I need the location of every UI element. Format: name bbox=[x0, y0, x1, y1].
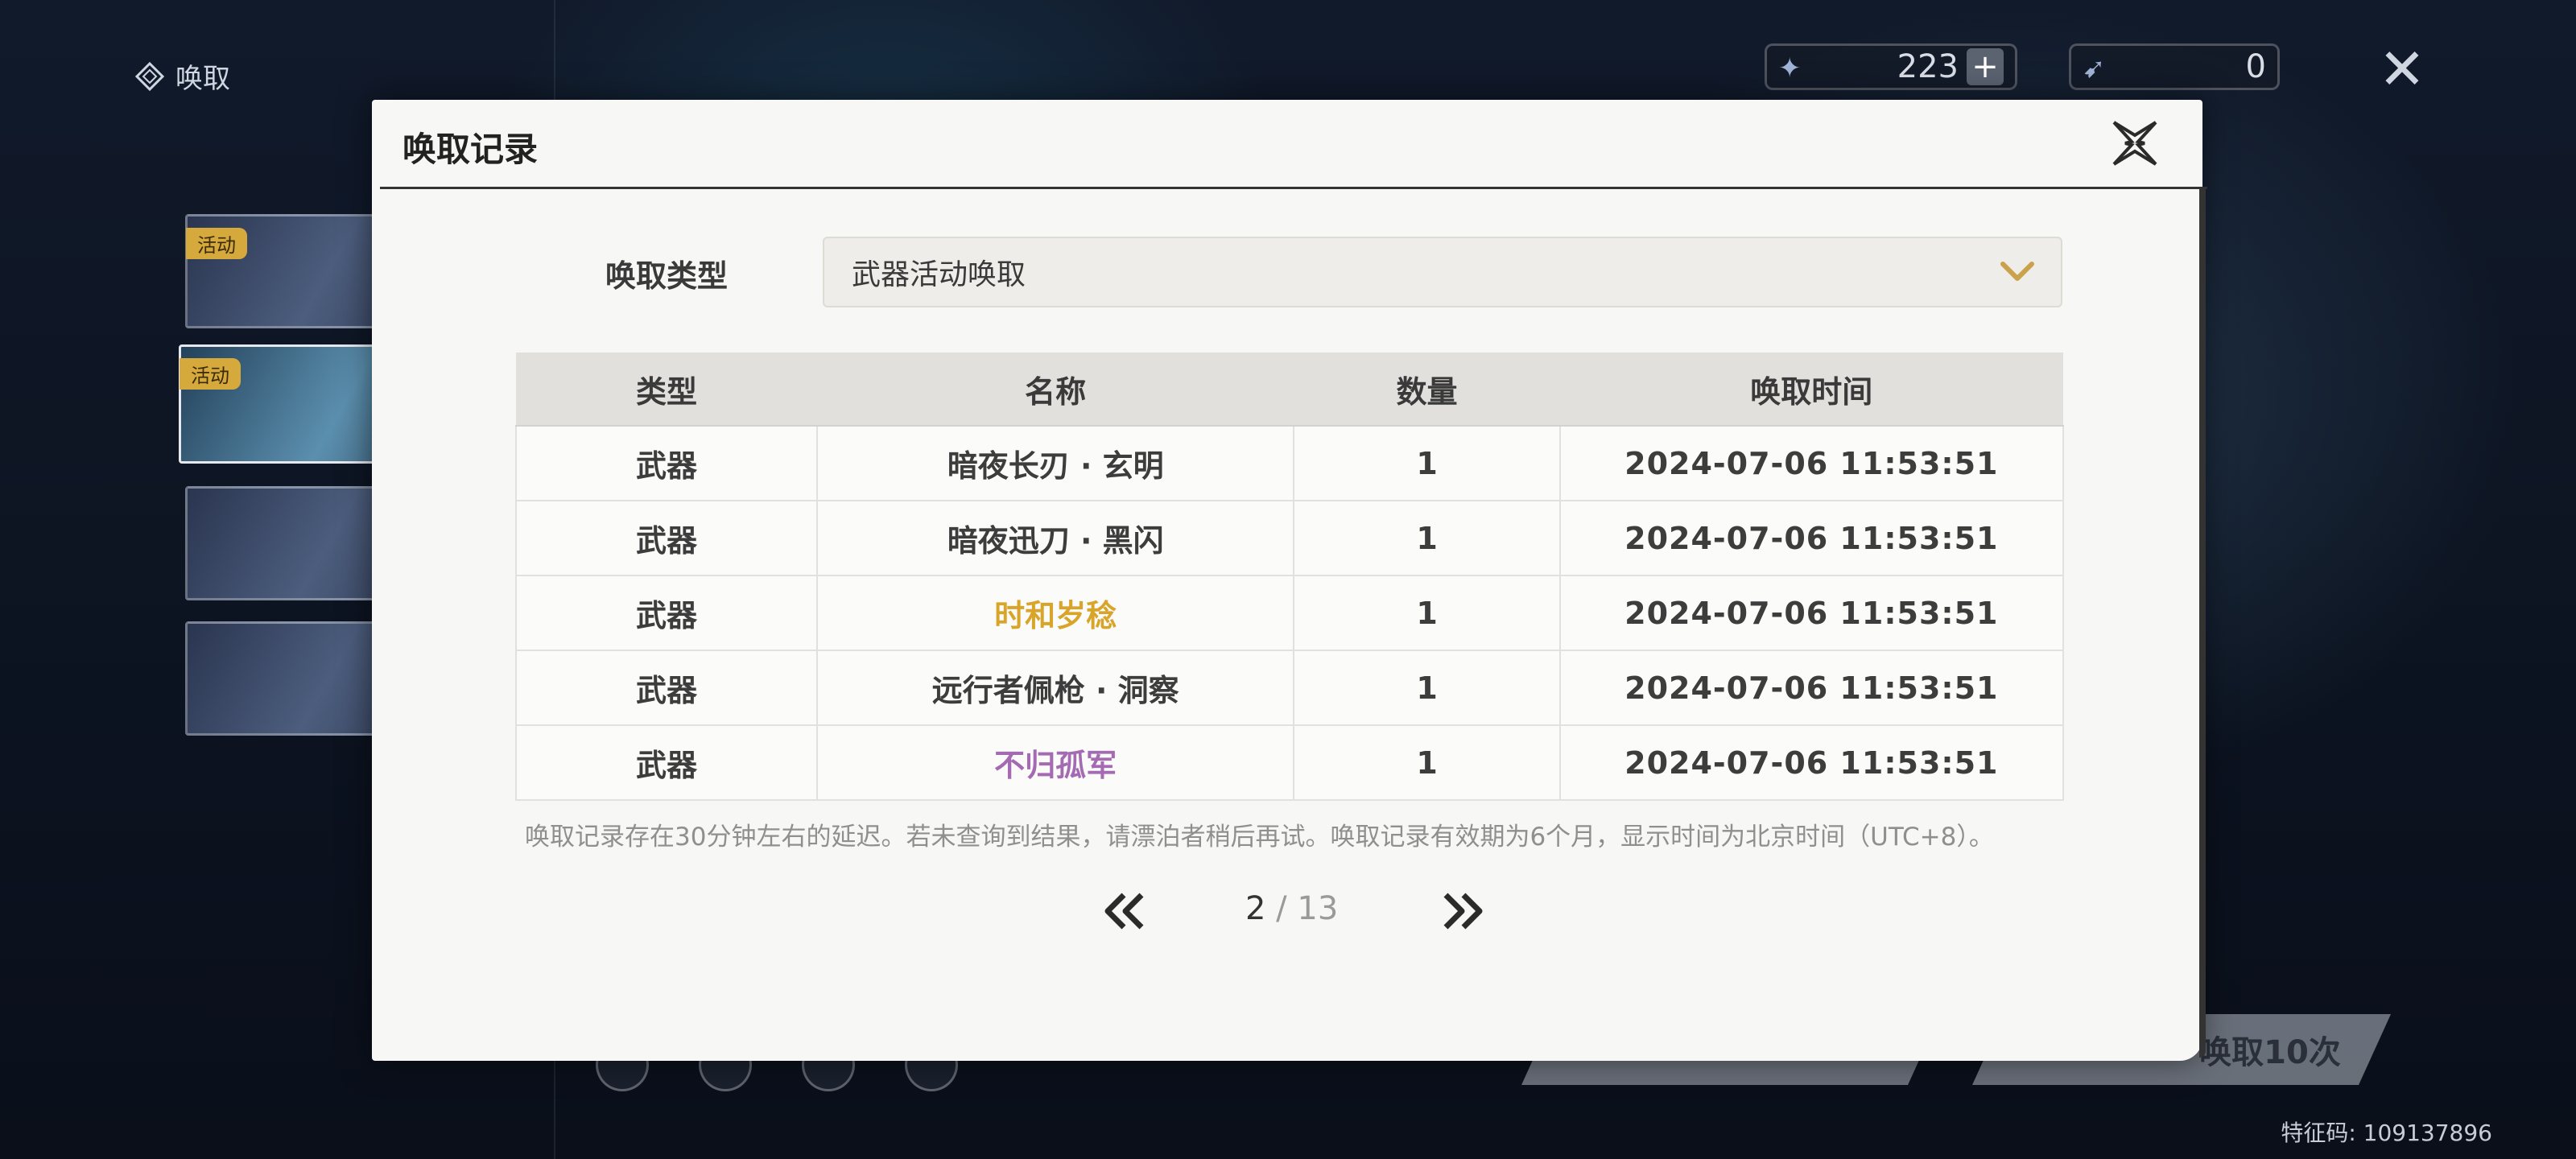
currency-astrite: ✦ 223 + bbox=[1765, 43, 2017, 90]
delay-notice: 唤取记录存在30分钟左右的延迟。若未查询到结果，请漂泊者稍后再试。唤取记录有效期… bbox=[525, 823, 1994, 852]
chevron-down-icon bbox=[2000, 262, 2034, 281]
currency-astrite-value: 223 bbox=[1897, 48, 1959, 85]
cell-name: 暗夜长刃 · 玄明 bbox=[815, 425, 1295, 501]
pagination: 2 / 13 bbox=[372, 879, 2202, 951]
cell-name: 暗夜迅刀 · 黑闪 bbox=[815, 500, 1295, 576]
table-row: 武器 时和岁稔 1 2024-07-06 11:53:51 bbox=[515, 575, 2065, 651]
current-page: 2 bbox=[1245, 890, 1266, 927]
cell-time: 2024-07-06 11:53:51 bbox=[1558, 575, 2065, 651]
table-row: 武器 不归孤军 1 2024-07-06 11:53:51 bbox=[515, 724, 2065, 801]
table-row: 武器 暗夜长刃 · 玄明 1 2024-07-06 11:53:51 bbox=[515, 425, 2065, 501]
column-header-qty: 数量 bbox=[1294, 353, 1560, 427]
table-header: 类型 名称 数量 唤取时间 bbox=[516, 353, 2063, 427]
page-indicator: 2 / 13 bbox=[1245, 890, 1338, 927]
records-table: 类型 名称 数量 唤取时间 武器 暗夜长刃 · 玄明 1 2024-07-06 … bbox=[515, 353, 2065, 801]
close-icon bbox=[2112, 121, 2157, 166]
column-header-type: 类型 bbox=[516, 353, 817, 427]
cell-qty: 1 bbox=[1293, 650, 1561, 726]
cell-time: 2024-07-06 11:53:51 bbox=[1558, 500, 2065, 576]
next-page-button[interactable] bbox=[1435, 887, 1491, 935]
close-button[interactable] bbox=[2103, 111, 2167, 175]
feather-tide-icon: ➹ bbox=[2083, 52, 2106, 85]
cell-type: 武器 bbox=[515, 650, 818, 726]
cell-type: 武器 bbox=[515, 425, 818, 501]
cell-qty: 1 bbox=[1293, 724, 1561, 801]
modal-header: 唤取记录 bbox=[372, 100, 2202, 188]
currency-tide-value: 0 bbox=[2245, 48, 2266, 85]
add-currency-button[interactable]: + bbox=[1967, 48, 2004, 85]
cell-qty: 1 bbox=[1293, 575, 1561, 651]
pull-ten-label: 唤取10次 bbox=[2199, 1034, 2341, 1071]
convene-type-select[interactable]: 武器活动唤取 bbox=[823, 237, 2062, 307]
prev-page-button[interactable] bbox=[1096, 887, 1153, 935]
cell-qty: 1 bbox=[1293, 425, 1561, 501]
feature-code: 特征码: 109137896 bbox=[2281, 1120, 2492, 1146]
column-header-time: 唤取时间 bbox=[1559, 353, 2063, 427]
convene-type-label: 唤取类型 bbox=[605, 258, 729, 294]
cell-name: 远行者佩枪 · 洞察 bbox=[815, 650, 1295, 726]
cell-name-five-star: 时和岁稔 bbox=[815, 575, 1295, 651]
event-tag: 活动 bbox=[186, 228, 247, 259]
section-title-text: 唤取 bbox=[175, 63, 230, 95]
exit-icon[interactable]: ✕ bbox=[2373, 40, 2431, 98]
convene-icon bbox=[134, 61, 165, 91]
table-row: 武器 暗夜迅刀 · 黑闪 1 2024-07-06 11:53:51 bbox=[515, 500, 2065, 576]
star-crystal-icon: ✦ bbox=[1778, 52, 1802, 85]
cell-type: 武器 bbox=[515, 575, 818, 651]
cell-qty: 1 bbox=[1293, 500, 1561, 576]
column-header-name: 名称 bbox=[816, 353, 1294, 427]
double-chevron-right-icon bbox=[1443, 893, 1483, 930]
header-divider bbox=[380, 187, 2207, 189]
section-title: 唤取 bbox=[134, 56, 230, 96]
cell-time: 2024-07-06 11:53:51 bbox=[1558, 724, 2065, 801]
convene-history-modal: 唤取记录 唤取类型 武器活动唤取 类型 名称 数量 唤取时间 武器 暗夜长刃 ·… bbox=[372, 100, 2207, 1061]
cell-type: 武器 bbox=[515, 724, 818, 801]
cell-time: 2024-07-06 11:53:51 bbox=[1558, 425, 2065, 501]
cell-name-four-star: 不归孤军 bbox=[815, 724, 1295, 801]
cell-type: 武器 bbox=[515, 500, 818, 576]
cell-time: 2024-07-06 11:53:51 bbox=[1558, 650, 2065, 726]
convene-type-value: 武器活动唤取 bbox=[852, 258, 1026, 291]
event-tag: 活动 bbox=[180, 358, 241, 390]
currency-tide: ➹ 0 bbox=[2069, 43, 2280, 90]
double-chevron-left-icon bbox=[1104, 893, 1144, 930]
table-row: 武器 远行者佩枪 · 洞察 1 2024-07-06 11:53:51 bbox=[515, 650, 2065, 726]
modal-title: 唤取记录 bbox=[402, 130, 539, 169]
total-pages: / 13 bbox=[1276, 890, 1339, 927]
